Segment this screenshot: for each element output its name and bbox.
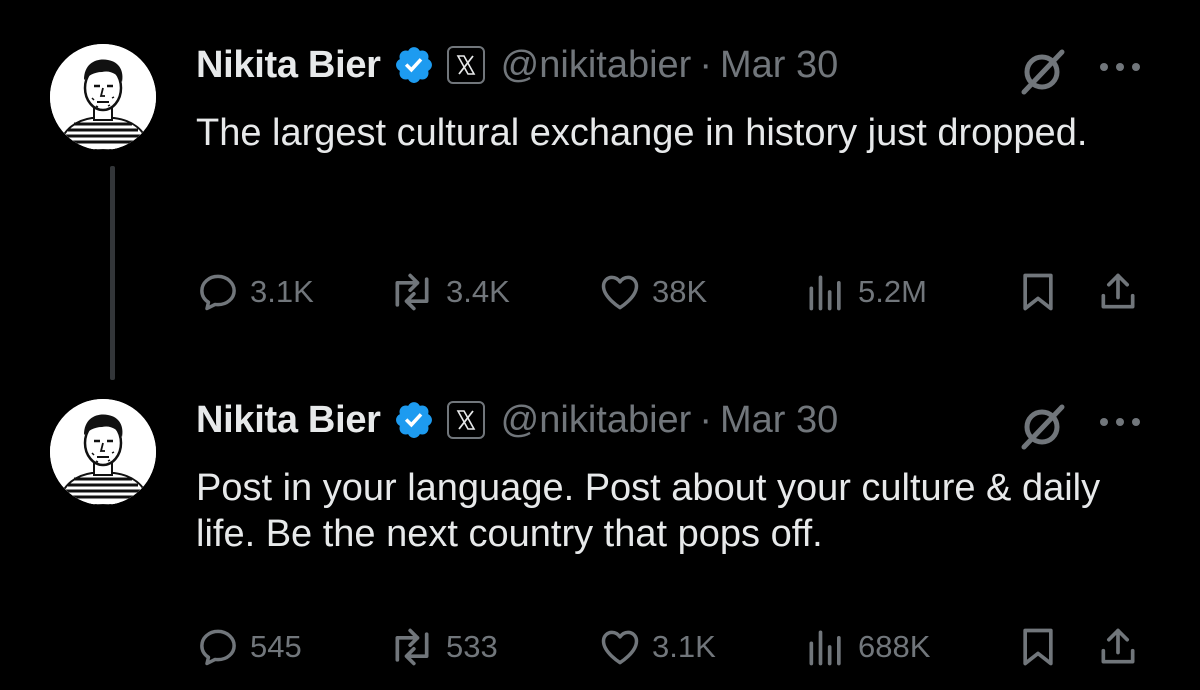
more-options-icon[interactable] xyxy=(1096,60,1144,74)
share-button[interactable] xyxy=(1096,268,1140,316)
tweet-text: The largest cultural exchange in history… xyxy=(196,112,1088,154)
bookmark-icon xyxy=(1023,628,1053,666)
repost-count: 3.4K xyxy=(446,274,510,309)
view-count: 5.2M xyxy=(858,274,927,309)
tweet-actions: 545 533 3.1K 688K xyxy=(196,623,1156,671)
display-name[interactable]: Nikita Bier xyxy=(196,399,381,442)
reply-icon xyxy=(200,274,236,311)
separator-dot: · xyxy=(699,398,712,441)
views-button[interactable]: 5.2M xyxy=(804,268,927,316)
grok-icon[interactable] xyxy=(1014,42,1070,98)
tweet-actions: 3.1K 3.4K 38K 5.2M xyxy=(196,268,1156,316)
bookmark-icon xyxy=(1023,273,1053,311)
x-logo-icon[interactable] xyxy=(446,46,485,84)
like-button[interactable]: 38K xyxy=(598,268,707,316)
share-button[interactable] xyxy=(1096,623,1140,671)
repost-icon xyxy=(395,273,429,311)
reply-icon xyxy=(200,629,236,666)
reply-count: 545 xyxy=(250,629,302,664)
heart-icon xyxy=(601,275,639,310)
view-count: 688K xyxy=(858,629,931,664)
avatar[interactable] xyxy=(50,399,156,505)
views-chart-icon xyxy=(809,630,841,666)
separator-dot: · xyxy=(699,43,712,86)
verified-badge-icon[interactable] xyxy=(393,44,435,86)
bookmark-button[interactable] xyxy=(1016,268,1060,316)
reply-count: 3.1K xyxy=(250,274,314,309)
tweet-header: Nikita Bier @nikitabier · Mar 30 xyxy=(196,40,838,90)
heart-icon xyxy=(601,630,639,665)
reply-button[interactable]: 545 xyxy=(196,623,302,671)
like-count: 3.1K xyxy=(652,629,716,664)
share-icon xyxy=(1101,273,1135,309)
repost-button[interactable]: 533 xyxy=(388,623,498,671)
author-handle[interactable]: @nikitabier xyxy=(501,399,692,442)
reply-button[interactable]: 3.1K xyxy=(196,268,314,316)
views-chart-icon xyxy=(809,275,841,311)
tweet-header: Nikita Bier @nikitabier · Mar 30 xyxy=(196,395,838,445)
avatar[interactable] xyxy=(50,44,156,150)
thread-connector-line xyxy=(110,166,115,380)
display-name[interactable]: Nikita Bier xyxy=(196,44,381,87)
like-button[interactable]: 3.1K xyxy=(598,623,716,671)
tweet-date[interactable]: Mar 30 xyxy=(720,399,838,442)
tweet-date[interactable]: Mar 30 xyxy=(720,44,838,87)
author-handle[interactable]: @nikitabier xyxy=(501,44,692,87)
bookmark-button[interactable] xyxy=(1016,623,1060,671)
repost-icon xyxy=(395,628,429,666)
grok-icon[interactable] xyxy=(1014,397,1070,453)
views-button[interactable]: 688K xyxy=(804,623,930,671)
more-options-icon[interactable] xyxy=(1096,415,1144,429)
verified-badge-icon[interactable] xyxy=(393,399,435,441)
tweet-text: Post in your language. Post about your c… xyxy=(196,467,1101,555)
like-count: 38K xyxy=(652,274,708,309)
x-logo-icon[interactable] xyxy=(446,401,485,439)
repost-count: 533 xyxy=(446,629,498,664)
share-icon xyxy=(1101,628,1135,664)
repost-button[interactable]: 3.4K xyxy=(388,268,510,316)
